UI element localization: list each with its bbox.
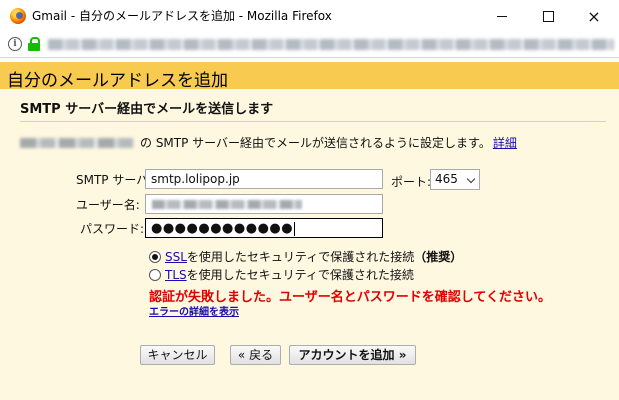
url-text-redacted[interactable] [48,39,614,50]
password-dots: ●●●●●●●●●●●● [151,221,294,236]
smtp-server-input[interactable]: smtp.lolipop.jp [145,169,383,189]
dialog-heading-bar: 自分のメールアドレスを追加 [0,62,619,91]
ssl-option-text: を使用したセキュリティで保護された接続 [186,250,415,264]
page-title: 自分のメールアドレスを追加 [7,71,228,91]
password-input[interactable]: ●●●●●●●●●●●● [145,218,383,238]
detail-link[interactable]: 詳細 [493,134,517,151]
back-button[interactable]: « 戻る [230,345,281,365]
password-label: パスワード: [80,222,145,236]
tls-option[interactable]: TLS を使用したセキュリティで保護された接続 [149,266,414,283]
minimize-icon [497,15,507,17]
close-button[interactable]: × [571,0,617,32]
ssl-link[interactable]: SSL [165,250,187,264]
window-titlebar: Gmail - 自分のメールアドレスを追加 - Mozilla Firefox … [0,0,619,32]
url-bar[interactable]: i [0,32,619,58]
cancel-button[interactable]: キャンセル [140,345,215,365]
divider [20,121,606,122]
ssl-recommend-text: （推奨） [414,250,463,264]
tls-option-text: を使用したセキュリティで保護された接続 [186,268,414,282]
info-icon[interactable]: i [8,37,22,51]
maximize-icon [542,10,554,22]
username-redacted [152,200,302,209]
error-details-link[interactable]: エラーの詳細を表示 [149,303,239,318]
username-input[interactable] [145,194,383,214]
ssl-radio[interactable] [149,250,161,263]
description: の SMTP サーバー経由でメールが送信されるように設定します。 詳細 [20,134,517,151]
firefox-logo-icon [10,8,26,24]
minimize-button[interactable] [479,0,525,32]
maximize-button[interactable] [525,0,571,32]
add-account-button[interactable]: アカウントを追加 » [289,345,416,365]
chevron-down-icon [466,174,476,184]
lock-icon[interactable] [28,37,40,51]
text-caret [294,221,296,236]
port-select[interactable]: 465 [430,169,480,190]
window-title: Gmail - 自分のメールアドレスを追加 - Mozilla Firefox [32,9,332,23]
tls-link[interactable]: TLS [165,268,187,282]
username-label: ユーザー名: [76,198,140,212]
port-label: ポート: [391,175,432,189]
tls-radio[interactable] [149,268,161,281]
description-text: の SMTP サーバー経由でメールが送信されるように設定します。 [140,136,491,150]
ssl-option[interactable]: SSL を使用したセキュリティで保護された接続 （推奨） [149,248,462,265]
port-selected-value: 465 [435,172,458,186]
section-title: SMTP サーバー経由でメールを送信します [20,102,274,117]
email-redacted [20,137,134,148]
close-icon: × [587,6,601,26]
